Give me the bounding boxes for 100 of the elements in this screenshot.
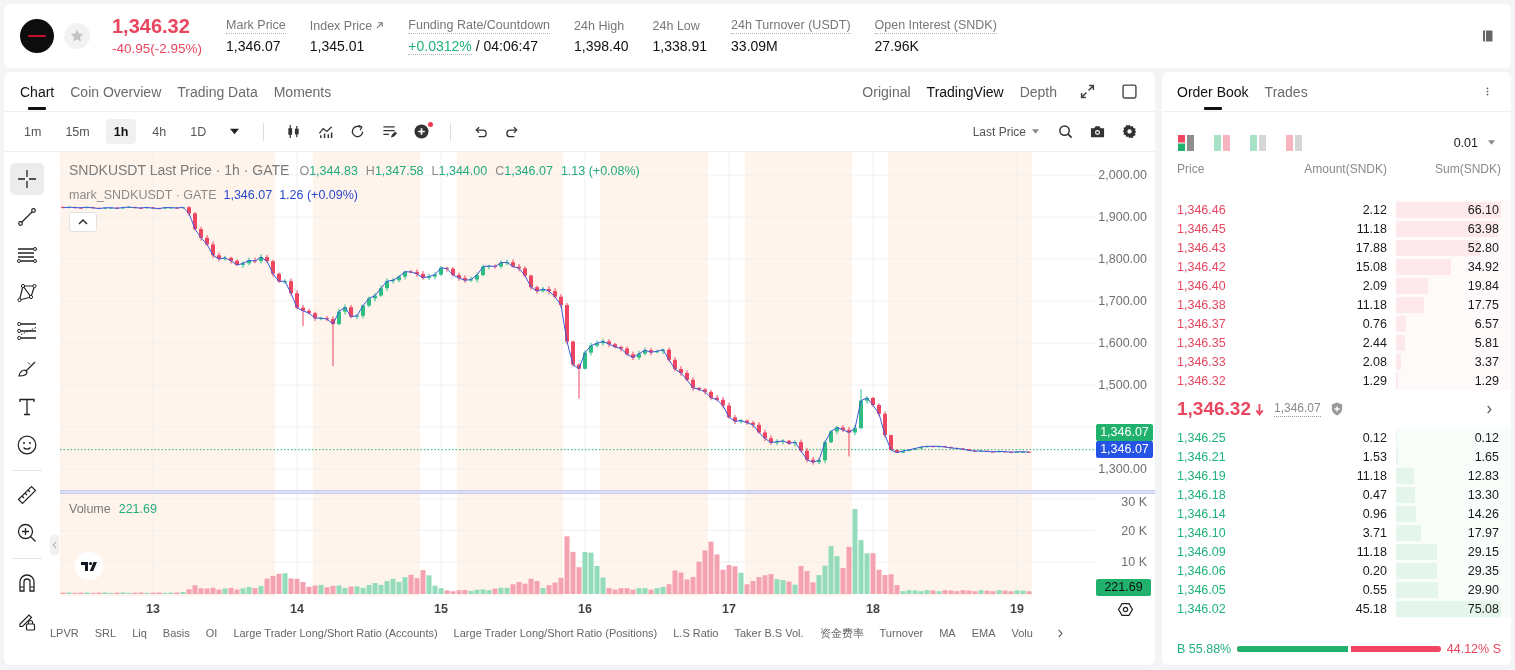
bid-amount: 45.18 (1354, 600, 1387, 617)
collapse-legend-button[interactable] (69, 212, 97, 232)
last-price: 1,346.32 (112, 15, 191, 37)
caret-down-icon (1488, 140, 1495, 145)
redo-icon (504, 124, 520, 139)
indicator-button[interactable]: Taker B.S Vol. (734, 625, 804, 641)
ask-price: 1,346.35 (1177, 334, 1227, 351)
stat-label: Funding Rate/Countdown (408, 17, 551, 34)
smiley-icon (17, 435, 37, 455)
square-icon (1121, 84, 1137, 99)
mark-price: 1,346.07 (1273, 401, 1321, 417)
bid-sum: 29.15 (1467, 543, 1500, 560)
indicator-button[interactable]: L.S Ratio (673, 625, 719, 641)
bid-amount: 0.47 (1361, 486, 1387, 503)
bid-price: 1,346.14 (1177, 505, 1227, 522)
ask-amount: 1.29 (1361, 372, 1387, 389)
ohlc-value: O1,344.83 (299, 163, 358, 180)
volume-value: 221.69 (118, 501, 157, 517)
bid-amount: 0.55 (1361, 581, 1387, 598)
column-header: Sum(SNDK) (1434, 161, 1501, 177)
chart-tab[interactable]: Moments (273, 72, 332, 111)
interval-button[interactable]: 1D (182, 119, 215, 144)
view-mode-tab[interactable]: Depth (1019, 72, 1057, 111)
bid-sum: 1.65 (1474, 448, 1500, 465)
last-price: 1,346.32 (1177, 398, 1251, 420)
bid-price: 1,346.21 (1177, 448, 1227, 465)
view-mode-tab[interactable]: TradingView (926, 72, 1004, 111)
ask-price: 1,346.45 (1177, 220, 1227, 237)
view-mode-tab[interactable]: Original (862, 72, 911, 111)
line-chart-icon (317, 124, 333, 139)
stat-value: 1,346.07 (226, 38, 281, 55)
indicator-button[interactable]: LPVR (50, 625, 79, 641)
chart-tab[interactable]: Coin Overview (70, 72, 162, 111)
ohlc-value: C1,346.07 (495, 163, 553, 180)
expand-icon (1079, 84, 1095, 99)
price-axis-label: 1,900.00 (1098, 209, 1147, 225)
trend-line-icon (17, 207, 37, 227)
chevron-left-icon (52, 541, 57, 549)
volume-axis-label: 20 K (1121, 522, 1147, 539)
bid-price: 1,346.18 (1177, 486, 1227, 503)
interval-button[interactable]: 1h (105, 119, 137, 144)
indicator-button[interactable]: MA (939, 625, 956, 641)
volume-axis-label: 30 K (1121, 494, 1147, 510)
stat-label: Mark Price (226, 17, 286, 34)
chart-symbol-title: SNDKUSDT Last Price · 1h · GATE (69, 161, 290, 179)
logo-icon (75, 552, 103, 580)
precision-dropdown[interactable]: 0.01 (1453, 135, 1495, 150)
chart-tab[interactable]: Trading Data (177, 72, 258, 111)
stat-value: 1,345.01 (309, 37, 365, 55)
indicator-button[interactable]: 资金费率 (819, 625, 864, 641)
layout-button[interactable] (1177, 133, 1195, 152)
indicator-button[interactable]: Large Trader Long/Short Ratio (Positions) (453, 625, 658, 641)
price-source-dropdown[interactable]: Last Price (972, 124, 1039, 139)
indicator-button[interactable]: Volu (1011, 625, 1033, 641)
ask-sum: 52.80 (1467, 239, 1500, 256)
bid-price: 1,346.19 (1177, 467, 1227, 484)
indicator-button[interactable]: Turnover (879, 625, 924, 641)
interval-button[interactable]: 15m (57, 119, 98, 144)
drawing-tool-button[interactable] (10, 163, 44, 195)
settings-icon (1121, 124, 1137, 139)
order-book-tab[interactable]: Order Book (1177, 72, 1249, 111)
caret-down-icon (229, 127, 239, 136)
interval-button[interactable]: 4h (144, 119, 175, 144)
ask-price: 1,346.42 (1177, 258, 1227, 275)
ask-price: 1,346.40 (1177, 277, 1227, 294)
index-price-link[interactable]: Index Price (309, 17, 385, 34)
indicator-button[interactable]: Liq (132, 625, 147, 641)
order-book-tab[interactable]: Trades (1264, 72, 1308, 111)
indicator-button[interactable]: OI (205, 625, 218, 641)
mark-price-change: 1.26 (+0.09%) (279, 187, 359, 204)
price-axis-label: 1,800.00 (1098, 251, 1147, 267)
chart-tab[interactable]: Chart (20, 72, 55, 111)
stat-value: 27.96K (874, 38, 919, 55)
indicator-button[interactable]: Large Trader Long/Short Ratio (Accounts) (233, 625, 438, 641)
stat-label: Open Interest (SNDK) (874, 17, 997, 34)
volume-tag: 221.69 (1096, 579, 1151, 596)
pane-resize-handle[interactable] (60, 490, 1155, 494)
toolbar-toggle-button[interactable] (50, 535, 59, 555)
magnet-icon (17, 573, 37, 593)
book-layout-icon (1286, 134, 1302, 151)
book-icon[interactable] (1481, 29, 1495, 43)
sell-ratio: 44.12% S (1446, 642, 1501, 656)
candlestick-icon (285, 124, 301, 139)
indicator-button[interactable]: Basis (162, 625, 190, 641)
text-tool-icon (17, 397, 37, 417)
column-header: Amount(SNDK) (1303, 161, 1387, 177)
time-axis-label: 18 (866, 601, 880, 617)
ask-amount: 2.44 (1361, 334, 1387, 351)
mark-price-value: 1,346.07 (223, 187, 273, 204)
time-axis-label: 17 (722, 601, 736, 617)
indicator-button[interactable]: EMA (971, 625, 996, 641)
ask-amount: 0.76 (1361, 315, 1387, 332)
parallel-lines-icon (17, 245, 37, 265)
ask-sum: 34.92 (1467, 258, 1500, 275)
bid-sum: 29.35 (1467, 562, 1500, 579)
external-arrow-icon (375, 21, 385, 30)
bid-amount: 11.18 (1355, 467, 1387, 484)
caret-down-icon (1032, 129, 1039, 134)
interval-button[interactable]: 1m (16, 119, 50, 144)
indicator-button[interactable]: SRL (94, 625, 117, 641)
